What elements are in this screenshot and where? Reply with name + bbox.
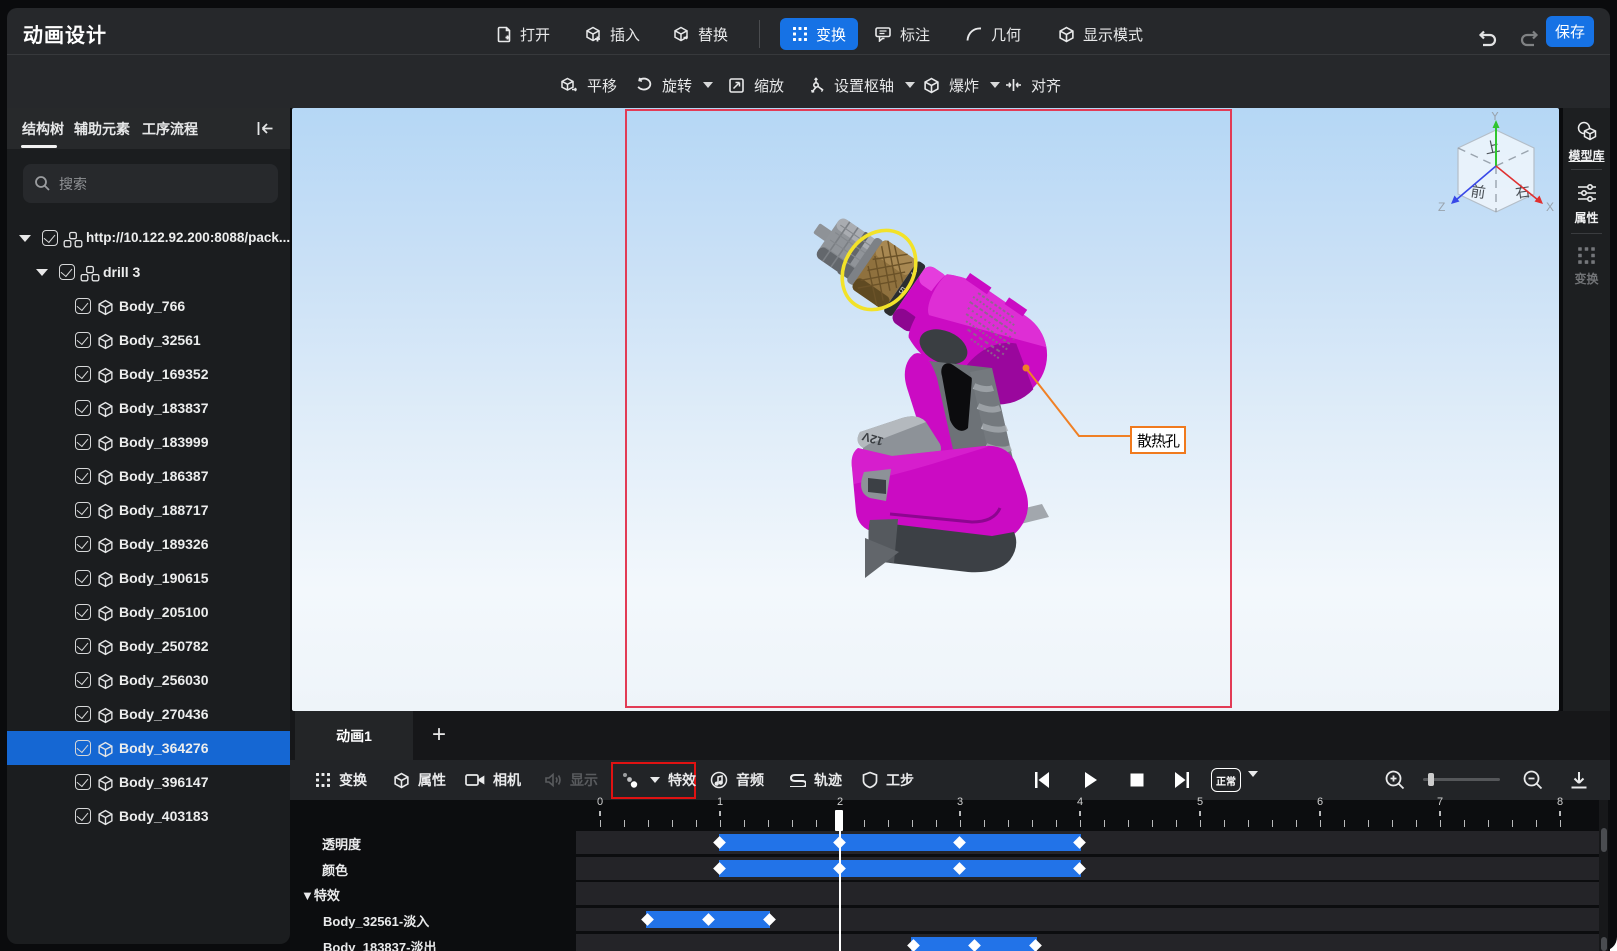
svg-text:Y: Y [1491, 112, 1499, 123]
svg-text:X: X [1546, 200, 1554, 214]
svg-text:Z: Z [1438, 200, 1445, 214]
